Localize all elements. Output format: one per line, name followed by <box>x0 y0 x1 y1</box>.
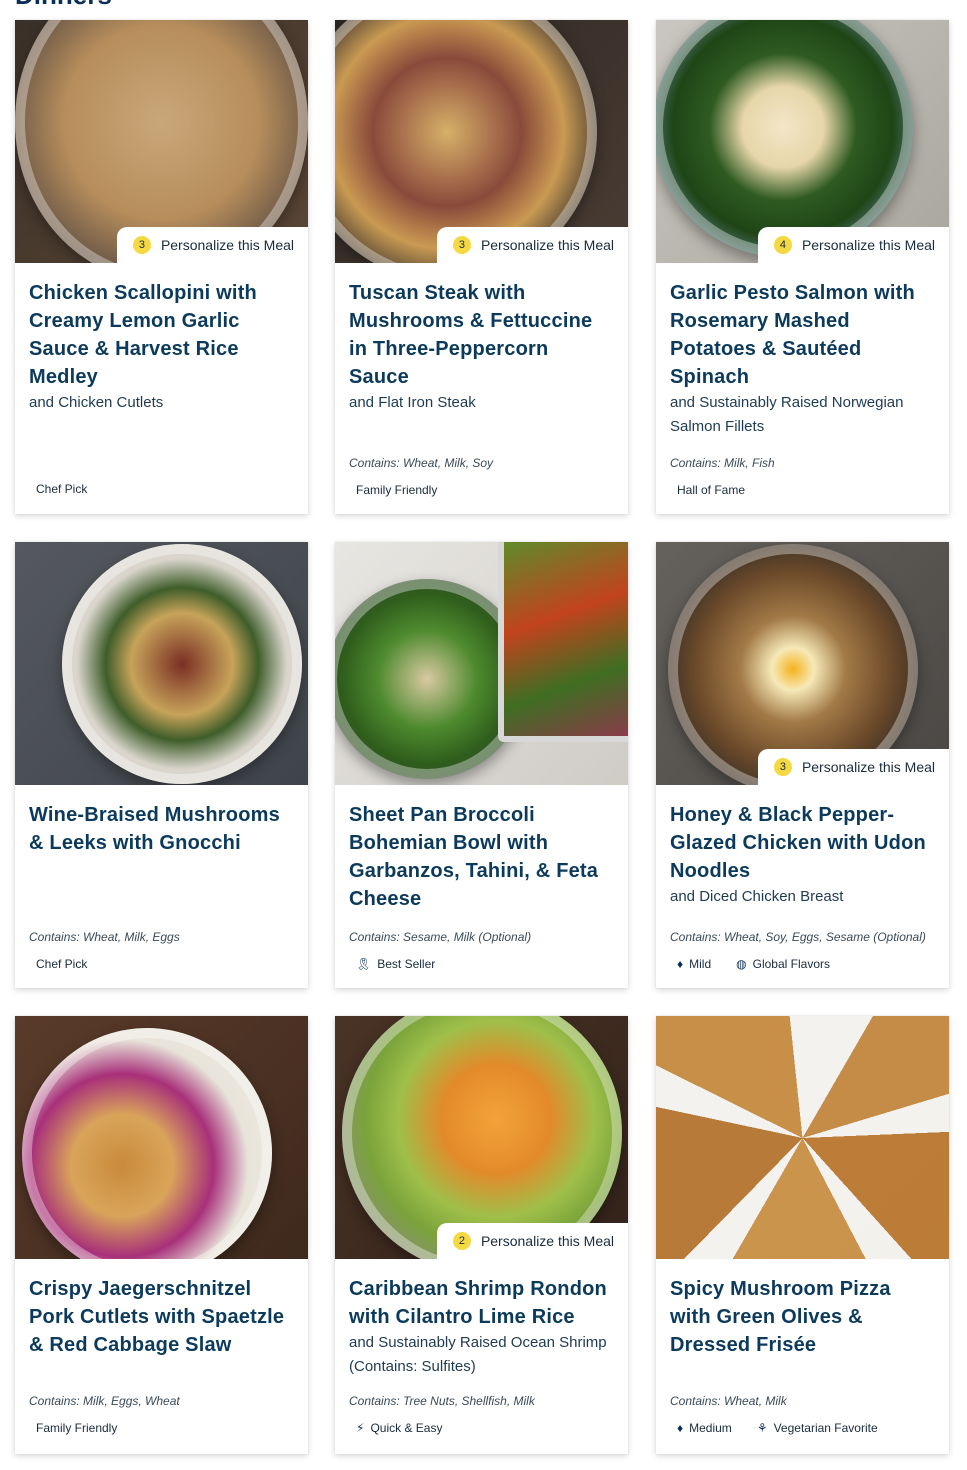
meal-subtitle: and Diced Chicken Breast <box>670 888 844 905</box>
allergen-contains: Contains: Tree Nuts, Shellfish, Milk <box>349 1394 535 1408</box>
section-title: Dinners <box>15 0 112 11</box>
tag-global-flavors: ◍ Global Flavors <box>736 957 830 971</box>
sprout-icon: ⚘ <box>756 1421 768 1435</box>
meal-image[interactable]: 3 Personalize this Meal <box>15 20 308 263</box>
meal-image[interactable]: 4 Personalize this Meal <box>656 20 949 263</box>
meal-title[interactable]: Crispy Jaegerschnitzel Pork Cutlets with… <box>29 1275 294 1359</box>
meal-image[interactable] <box>335 542 628 785</box>
meal-card[interactable]: Crispy Jaegerschnitzel Pork Cutlets with… <box>15 1016 308 1454</box>
meal-title[interactable]: Caribbean Shrimp Rondon with Cilantro Li… <box>349 1275 614 1331</box>
pepper-icon: ♦ <box>677 1421 684 1435</box>
pepper-icon: ♦ <box>677 957 684 971</box>
meal-tags: Hall of Fame <box>670 483 939 497</box>
meal-tags: ♦ Mild ◍ Global Flavors <box>670 957 939 971</box>
personalize-label: Personalize this Meal <box>480 1233 614 1249</box>
meal-title[interactable]: Spicy Mushroom Pizza with Green Olives &… <box>670 1275 935 1359</box>
meal-card[interactable]: 2 Personalize this Meal Caribbean Shrimp… <box>335 1016 628 1454</box>
globe-icon: ◍ <box>736 957 747 971</box>
tag-best-seller: 🎗︎ Best Seller <box>356 957 436 971</box>
allergen-contains: Contains: Wheat, Milk, Eggs <box>29 930 180 944</box>
meal-tags: 🎗︎ Best Seller <box>349 957 618 971</box>
allergen-contains: Contains: Wheat, Milk <box>670 1394 787 1408</box>
tag-family-friendly: Family Friendly <box>36 1421 118 1435</box>
personalize-button[interactable]: 3 Personalize this Meal <box>757 749 949 785</box>
meal-image[interactable]: 3 Personalize this Meal <box>656 542 949 785</box>
meal-image[interactable] <box>656 1016 949 1259</box>
meal-card[interactable]: Spicy Mushroom Pizza with Green Olives &… <box>656 1016 949 1454</box>
personalize-label: Personalize this Meal <box>480 237 614 253</box>
tag-family-friendly: Family Friendly <box>356 483 438 497</box>
meal-card[interactable]: 3 Personalize this Meal Honey & Black Pe… <box>656 542 949 988</box>
meal-tags: ♦ Medium ⚘ Vegetarian Favorite <box>670 1421 939 1435</box>
personalize-count-badge: 3 <box>452 236 471 254</box>
meal-card[interactable]: 4 Personalize this Meal Garlic Pesto Sal… <box>656 20 949 514</box>
tag-vegetarian-favorite: ⚘ Vegetarian Favorite <box>756 1421 878 1435</box>
meal-tags: ⚡︎ Quick & Easy <box>349 1421 618 1435</box>
meal-image[interactable]: 2 Personalize this Meal <box>335 1016 628 1259</box>
meal-card[interactable]: Sheet Pan Broccoli Bohemian Bowl with Ga… <box>335 542 628 988</box>
meal-subtitle: and Sustainably Raised Norwegian Salmon … <box>670 394 904 435</box>
meal-card[interactable]: 3 Personalize this Meal Chicken Scallopi… <box>15 20 308 514</box>
meal-title[interactable]: Sheet Pan Broccoli Bohemian Bowl with Ga… <box>349 801 614 913</box>
personalize-count-badge: 4 <box>773 236 792 254</box>
meal-tags: Chef Pick <box>29 482 298 496</box>
personalize-label: Personalize this Meal <box>801 237 935 253</box>
meal-title[interactable]: Chicken Scallopini with Creamy Lemon Gar… <box>29 279 294 391</box>
personalize-label: Personalize this Meal <box>160 237 294 253</box>
personalize-button[interactable]: 3 Personalize this Meal <box>116 227 308 263</box>
allergen-contains: Contains: Wheat, Milk, Soy <box>349 456 494 470</box>
meal-image[interactable] <box>15 542 308 785</box>
meal-title[interactable]: Honey & Black Pepper-Glazed Chicken with… <box>670 801 935 885</box>
tag-mild: ♦ Mild <box>677 957 712 971</box>
personalize-count-badge: 2 <box>452 1232 471 1250</box>
allergen-contains: Contains: Milk, Eggs, Wheat <box>29 1394 180 1408</box>
meal-tags: Family Friendly <box>29 1421 298 1435</box>
personalize-button[interactable]: 3 Personalize this Meal <box>436 227 628 263</box>
tag-quick-easy: ⚡︎ Quick & Easy <box>356 1421 443 1435</box>
meal-tags: Chef Pick <box>29 957 298 971</box>
meal-subtitle: and Chicken Cutlets <box>29 394 164 411</box>
personalize-button[interactable]: 2 Personalize this Meal <box>436 1223 628 1259</box>
allergen-contains: Contains: Sesame, Milk (Optional) <box>349 930 532 944</box>
meal-title[interactable]: Wine-Braised Mushrooms & Leeks with Gnoc… <box>29 801 294 857</box>
meal-card[interactable]: Wine-Braised Mushrooms & Leeks with Gnoc… <box>15 542 308 988</box>
meal-title[interactable]: Tuscan Steak with Mushrooms & Fettuccine… <box>349 279 614 391</box>
meal-subtitle: and Sustainably Raised Ocean Shrimp (Con… <box>349 1334 607 1375</box>
personalize-count-badge: 3 <box>773 758 792 776</box>
allergen-contains: Contains: Milk, Fish <box>670 456 775 470</box>
allergen-contains: Contains: Wheat, Soy, Eggs, Sesame (Opti… <box>670 930 926 944</box>
ribbon-icon: 🎗︎ <box>356 957 372 971</box>
lightning-icon: ⚡︎ <box>356 1421 365 1435</box>
meal-title[interactable]: Garlic Pesto Salmon with Rosemary Mashed… <box>670 279 935 391</box>
personalize-count-badge: 3 <box>132 236 151 254</box>
meal-subtitle: and Flat Iron Steak <box>349 394 476 411</box>
meal-card[interactable]: 3 Personalize this Meal Tuscan Steak wit… <box>335 20 628 514</box>
tag-chef-pick: Chef Pick <box>36 957 88 971</box>
personalize-button[interactable]: 4 Personalize this Meal <box>757 227 949 263</box>
meal-image[interactable] <box>15 1016 308 1259</box>
meal-tags: Family Friendly <box>349 483 618 497</box>
meal-image[interactable]: 3 Personalize this Meal <box>335 20 628 263</box>
tag-medium: ♦ Medium <box>677 1421 732 1435</box>
tag-chef-pick: Chef Pick <box>36 482 88 496</box>
personalize-label: Personalize this Meal <box>801 759 935 775</box>
tag-hall-of-fame: Hall of Fame <box>677 483 746 497</box>
